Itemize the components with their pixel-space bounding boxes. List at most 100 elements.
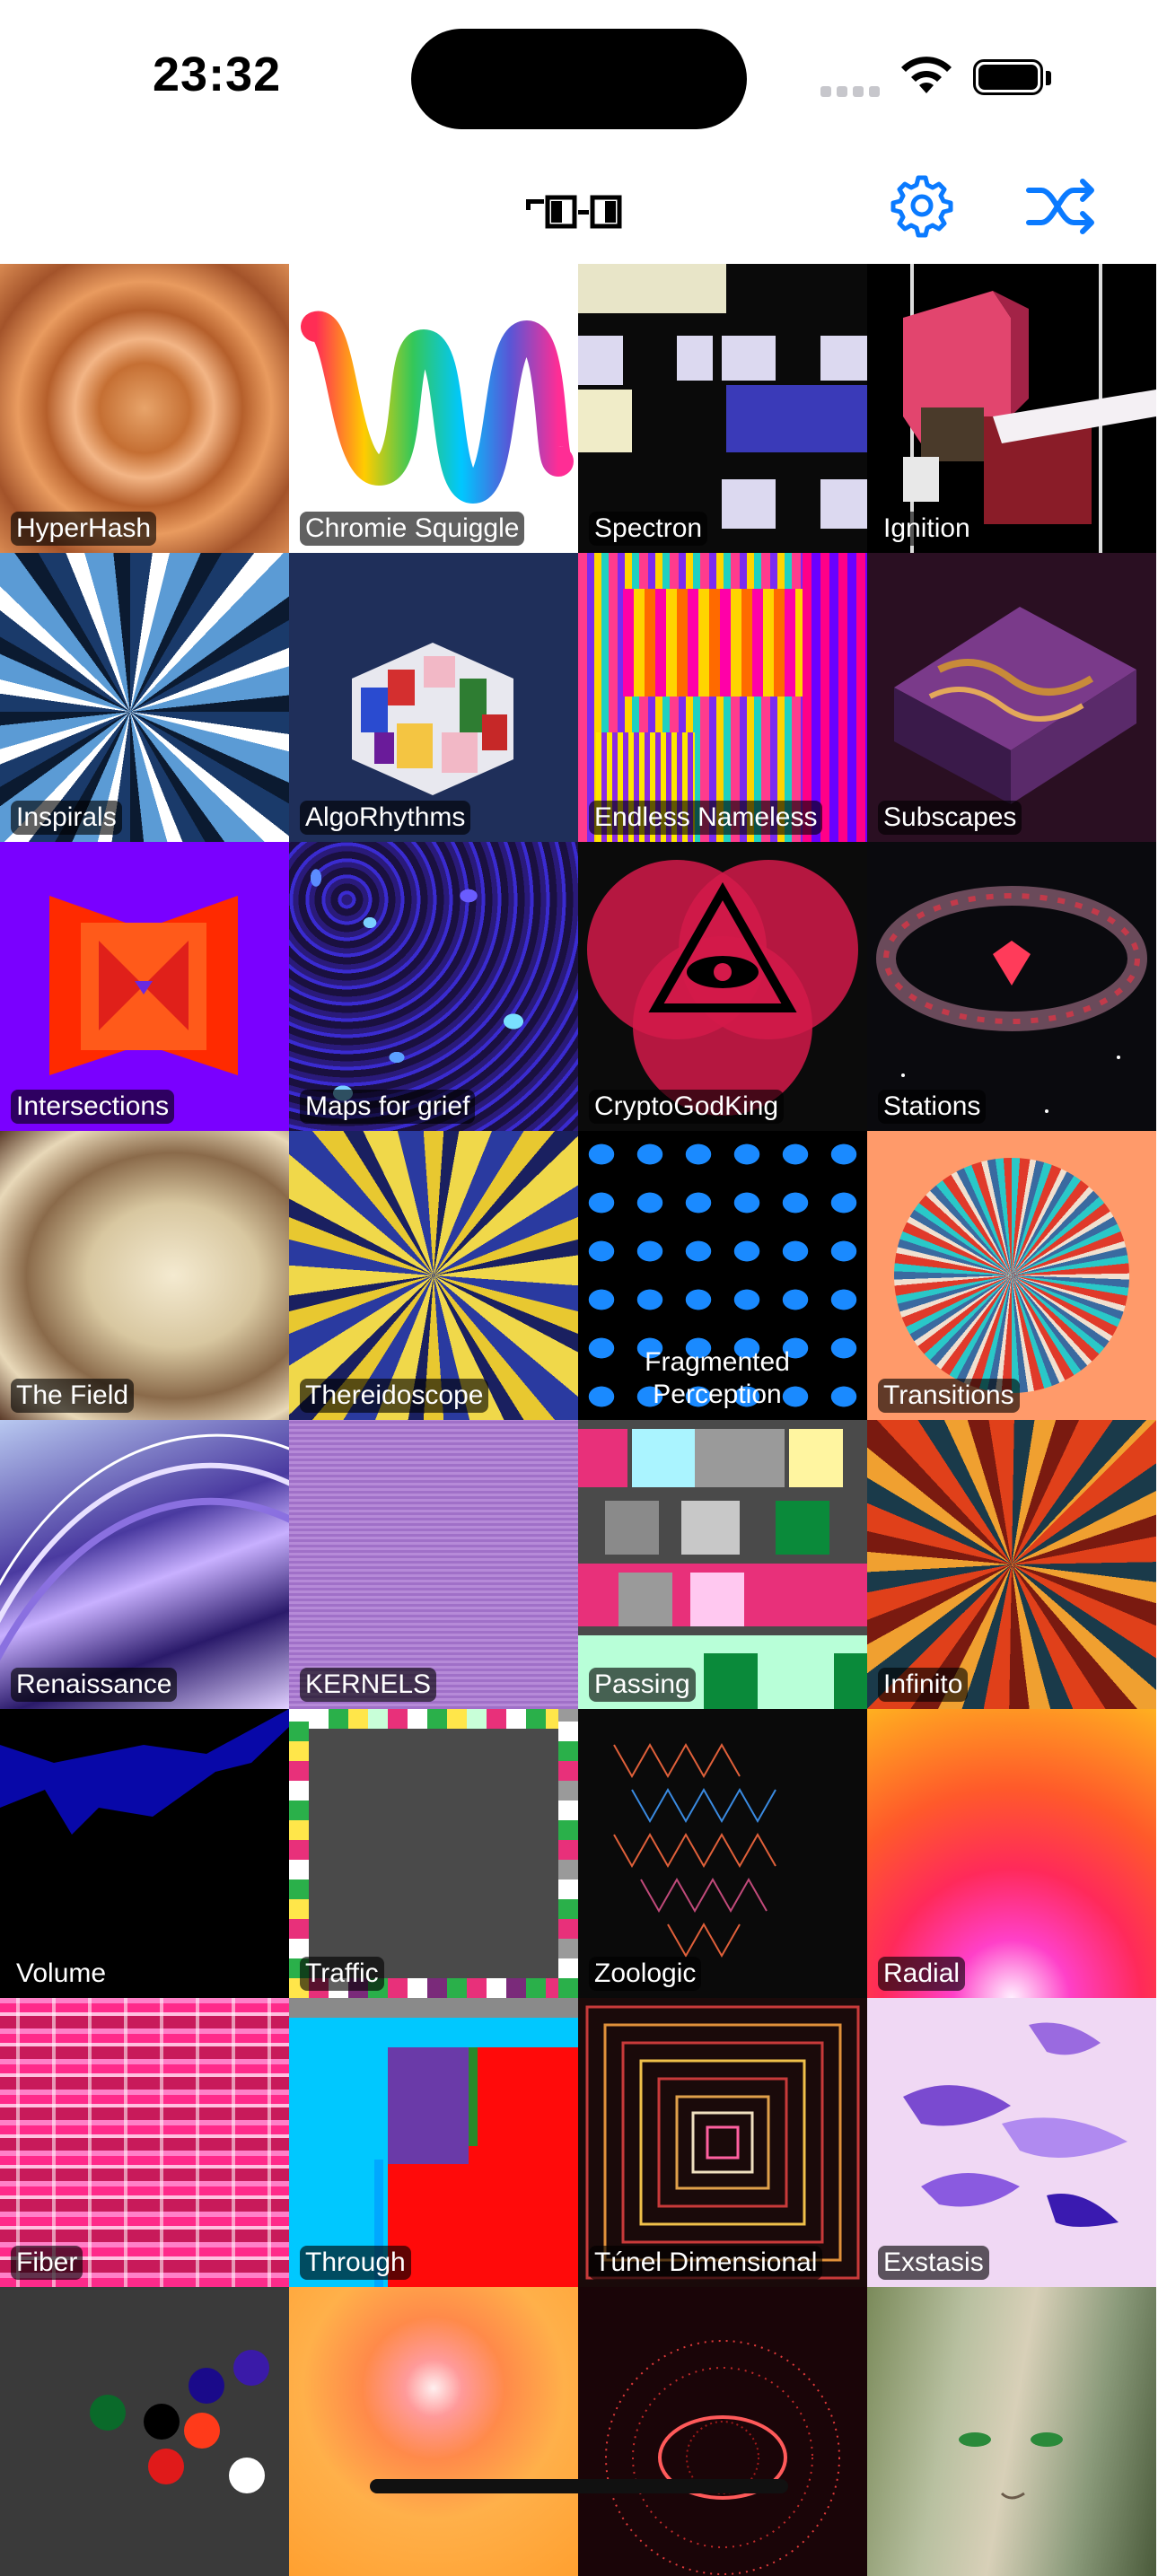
tile-label: Thereidoscope [300, 1379, 489, 1413]
grid-tile[interactable]: Zoologic [578, 1709, 867, 1998]
settings-button[interactable] [889, 172, 955, 239]
tile-label: The Field [11, 1379, 135, 1413]
tile-label: Inspirals [11, 801, 122, 835]
tile-artwork [876, 886, 1147, 1113]
tile-label: Túnel Dimensional [589, 2246, 823, 2280]
grid-tile[interactable]: Volume [0, 1709, 289, 1998]
grid-tile[interactable]: Fragmented Perception [578, 1131, 867, 1420]
dynamic-island [411, 29, 747, 129]
tile-artwork [578, 1429, 867, 1709]
grid-tile[interactable]: Stations [867, 842, 1156, 1131]
tile-artwork [289, 1420, 578, 1709]
grid-tile[interactable]: Túnel Dimensional [578, 1998, 867, 2287]
grid-tile[interactable]: Radial [867, 1709, 1156, 1998]
grid-tile[interactable]: Exstasis [867, 1998, 1156, 2287]
tile-label: Radial [878, 1957, 966, 1991]
tile-artwork [613, 1742, 776, 1958]
grid-tile[interactable]: Traffic [289, 1709, 578, 1998]
grid-tile[interactable]: AlgoRhythms [289, 553, 578, 842]
tile-artwork-overlay [578, 1998, 867, 2287]
tile-label: Subscapes [878, 801, 1022, 835]
tile-label: Ignition [878, 512, 976, 546]
grid-tile[interactable]: CryptoGodKing [578, 842, 867, 1131]
tile-artwork [578, 264, 867, 529]
tile-artwork [0, 1998, 289, 2287]
tile-label: Volume [11, 1957, 112, 1991]
grid-tile[interactable]: Inspirals [0, 553, 289, 842]
status-time: 23:32 [153, 48, 282, 101]
tile-label: Through [300, 2246, 411, 2280]
tile-label: Chromie Squiggle [300, 512, 525, 546]
tile-artwork [289, 1131, 578, 1420]
grid-tile[interactable]: Through [289, 1998, 578, 2287]
battery-icon [973, 59, 1054, 99]
tile-artwork [301, 311, 574, 504]
tile-artwork [289, 1709, 578, 1729]
grid-tile[interactable]: Passing [578, 1420, 867, 1709]
tile-label: Infinito [878, 1668, 969, 1702]
tile-label: Endless Nameless [589, 801, 823, 835]
tile-artwork [903, 264, 1156, 553]
tile-artwork [867, 1709, 1156, 1998]
artwork-grid: HyperHash Chromie Squiggle Spectron Igni… [0, 264, 1158, 2576]
tile-label: Spectron [589, 512, 708, 546]
cellular-signal-icon [820, 74, 880, 97]
tile-artwork [0, 1131, 289, 1420]
grid-tile[interactable]: KERNELS [289, 1420, 578, 1709]
tile-label: Stations [878, 1090, 987, 1124]
tile-artwork [894, 1158, 1129, 1393]
tile-label: Fiber [11, 2246, 83, 2280]
grid-tile[interactable]: Thereidoscope [289, 1131, 578, 1420]
grid-tile[interactable]: HyperHash [0, 264, 289, 553]
tile-label: Traffic [300, 1957, 384, 1991]
status-bar: 23:32 [0, 0, 1158, 153]
grid-tile[interactable] [289, 2287, 578, 2576]
grid-tile[interactable]: Intersections [0, 842, 289, 1131]
tile-artwork [867, 1420, 1156, 1709]
tile-label: Maps for grief [300, 1090, 476, 1124]
home-indicator[interactable] [370, 2479, 788, 2493]
tile-artwork [894, 607, 1136, 804]
tile-label: Intersections [11, 1090, 175, 1124]
tile-artwork [903, 2022, 1127, 2227]
tile-artwork-overlay [623, 589, 803, 697]
grid-tile[interactable]: Chromie Squiggle [289, 264, 578, 553]
tile-label: KERNELS [300, 1668, 437, 1702]
grid-tile[interactable] [867, 2287, 1156, 2576]
grid-tile[interactable]: Renaissance [0, 1420, 289, 1709]
grid-tile[interactable]: Ignition [867, 264, 1156, 553]
grid-tile[interactable]: Spectron [578, 264, 867, 553]
tile-artwork-overlay [803, 553, 867, 842]
tile-artwork [49, 896, 238, 1075]
tile-label: Zoologic [589, 1957, 702, 1991]
tile-artwork [587, 860, 858, 1116]
tile-label: Exstasis [878, 2246, 989, 2280]
tile-artwork [352, 643, 513, 795]
grid-tile[interactable]: Endless Nameless [578, 553, 867, 842]
grid-tile[interactable]: Infinito [867, 1420, 1156, 1709]
grid-tile[interactable]: Subscapes [867, 553, 1156, 842]
grid-tile[interactable]: Fiber [0, 1998, 289, 2287]
wifi-icon [901, 57, 952, 93]
tile-label: HyperHash [11, 512, 157, 546]
tile-label: CryptoGodKing [589, 1090, 785, 1124]
tile-artwork [0, 1709, 289, 1835]
tile-label: Passing [589, 1668, 696, 1702]
tile-artwork-overlay [558, 1709, 578, 1998]
tile-artwork [0, 264, 289, 553]
shuffle-button[interactable] [1025, 176, 1099, 237]
grid-tile[interactable]: Transitions [867, 1131, 1156, 1420]
grid-tile[interactable] [578, 2287, 867, 2576]
tile-artwork-overlay [959, 2432, 1063, 2500]
tile-artwork-overlay [289, 1709, 309, 1998]
tile-artwork [605, 2340, 840, 2575]
grid-tile[interactable]: Maps for grief [289, 842, 578, 1131]
tile-artwork-overlay [0, 1433, 289, 1661]
tile-label: AlgoRhythms [300, 801, 471, 835]
tile-label: Fragmented Perception [645, 1347, 790, 1409]
tile-artwork [289, 2287, 578, 2576]
grid-tile[interactable] [0, 2287, 289, 2576]
tile-artwork [90, 2350, 269, 2493]
grid-tile[interactable]: The Field [0, 1131, 289, 1420]
tile-label: Transitions [878, 1379, 1020, 1413]
